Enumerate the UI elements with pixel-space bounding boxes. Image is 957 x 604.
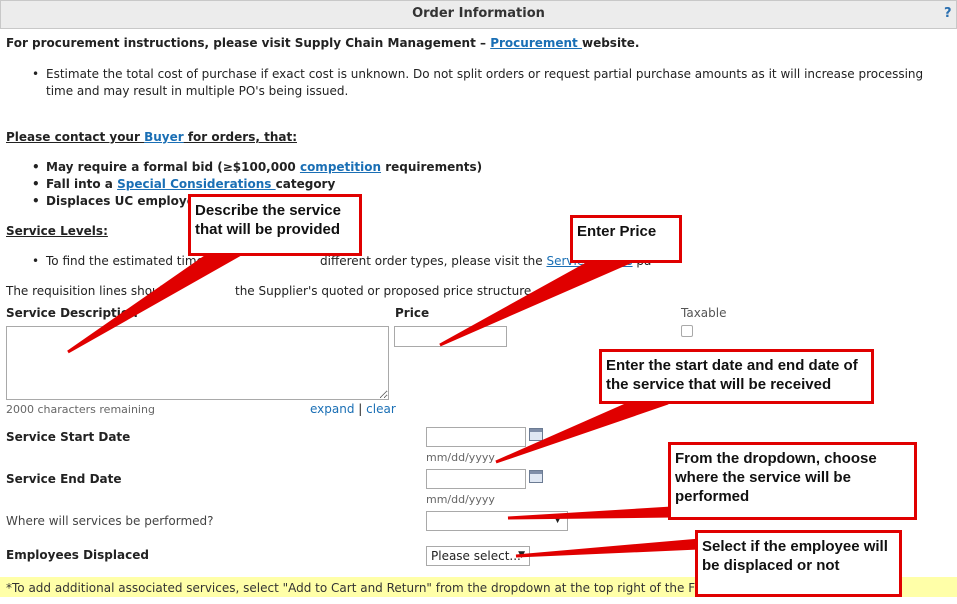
location-callout: From the dropdown, choose where the serv… xyxy=(668,442,917,520)
dates-callout: Enter the start date and end date of the… xyxy=(599,349,874,404)
describe-callout: Describe the service that will be provid… xyxy=(188,194,362,256)
employees-arrow xyxy=(515,538,702,558)
dates-arrow xyxy=(495,401,669,464)
price-arrow xyxy=(439,260,631,347)
location-arrow xyxy=(507,506,674,520)
employees-callout: Select if the employee will be displaced… xyxy=(695,530,902,597)
describe-arrow xyxy=(67,248,254,354)
price-callout: Enter Price xyxy=(570,215,682,263)
